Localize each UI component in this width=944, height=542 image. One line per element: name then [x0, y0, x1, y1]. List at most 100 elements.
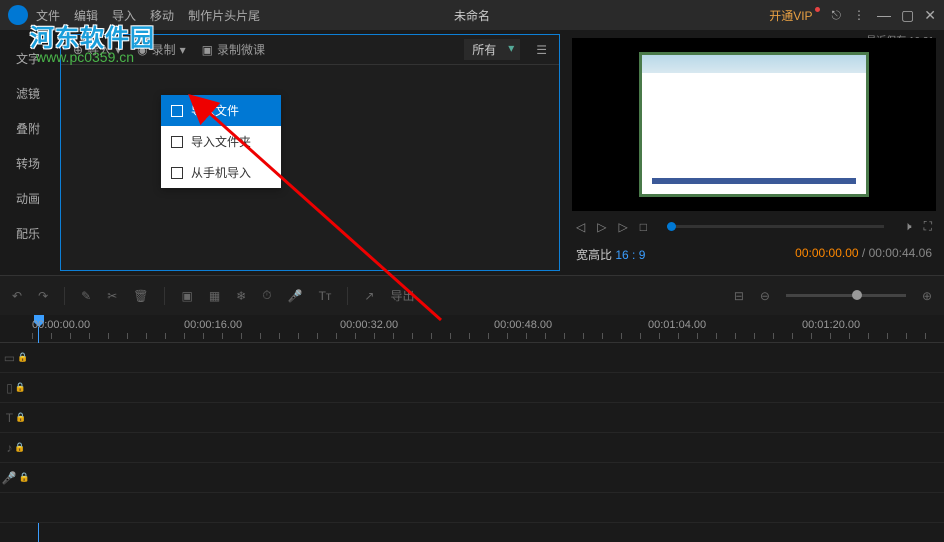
maximize-button[interactable]: ▢ — [901, 7, 914, 24]
minimize-button[interactable]: — — [877, 7, 891, 24]
speed-button[interactable]: ⏱ — [262, 288, 271, 303]
pip-track-icon: ▯ — [6, 381, 13, 395]
menu-edit[interactable]: 编辑 — [74, 7, 98, 24]
total-time: 00:00:44.06 — [869, 246, 932, 260]
lock-icon[interactable]: 🔒 — [15, 412, 26, 423]
ruler-tick: 00:00:48.00 — [494, 319, 552, 331]
fit-button[interactable]: ⊟ — [734, 289, 744, 303]
media-panel: ⊕ 导入 ▾ ◉ 录制 ▾ ▣ 录制微课 所有 ☰ 导入文件 — [60, 34, 560, 271]
aspect-ratio[interactable]: 16 : 9 — [615, 248, 645, 262]
redo-button[interactable]: ↷ — [38, 289, 48, 303]
sidebar-animation[interactable]: 动画 — [16, 190, 40, 207]
sidebar-overlay[interactable]: 叠附 — [16, 120, 40, 137]
zoom-in-button[interactable]: ⊕ — [922, 289, 932, 303]
user-icon[interactable]: ⎋ — [832, 8, 842, 23]
sidebar-text[interactable]: 文字 — [16, 50, 40, 67]
timeline-tracks: ▭🔒 ▯🔒 T🔒 ♪🔒 🎤🔒 — [0, 343, 944, 523]
ruler-tick: 00:01:20.00 — [802, 319, 860, 331]
menu-titles[interactable]: 制作片头片尾 — [188, 7, 260, 24]
prev-frame-button[interactable]: ◁ — [576, 220, 585, 234]
zoom-out-button[interactable]: ⊖ — [760, 289, 770, 303]
menu-bar: 文件 编辑 导入 移动 制作片头片尾 — [36, 7, 260, 24]
transport-controls: ◁ ▷ ▷ □ 🕨 ⛶ — [572, 211, 936, 242]
timeline-ruler[interactable]: 00:00:00.00 00:00:16.00 00:00:32.00 00:00:4… — [0, 315, 944, 343]
track-text[interactable]: T🔒 — [0, 403, 944, 433]
record-lesson-icon: ▣ — [202, 43, 213, 57]
vip-button[interactable]: 开通VIP — [769, 7, 819, 24]
import-context-menu: 导入文件 导入文件夹 从手机导入 — [161, 95, 281, 188]
edit-button[interactable]: ✎ — [81, 289, 91, 303]
record-tool[interactable]: ◉ 录制 ▾ — [137, 41, 186, 58]
crop-button[interactable]: ▣ — [181, 289, 192, 303]
audio-track-icon: ♪ — [6, 441, 12, 455]
media-toolbar: ⊕ 导入 ▾ ◉ 录制 ▾ ▣ 录制微课 所有 ☰ — [61, 35, 559, 65]
chevron-down-icon: ▾ — [115, 43, 121, 57]
import-tool[interactable]: ⊕ 导入 ▾ — [73, 41, 121, 58]
mosaic-button[interactable]: ▦ — [209, 289, 220, 303]
ruler-tick: 00:00:00.00 — [32, 319, 90, 331]
import-icon: ⊕ — [73, 43, 83, 57]
menu-file[interactable]: 文件 — [36, 7, 60, 24]
filter-dropdown[interactable]: 所有 — [464, 39, 520, 60]
volume-icon[interactable]: 🕨 — [904, 219, 912, 234]
next-frame-button[interactable]: ▷ — [618, 220, 627, 234]
ratio-label: 宽高比 — [576, 248, 612, 262]
track-voice[interactable]: 🎤🔒 — [0, 463, 944, 493]
preview-panel: ◁ ▷ ▷ □ 🕨 ⛶ 宽高比 16 : 9 00:00:00.00 / 00:… — [564, 30, 944, 275]
chevron-down-icon: ▾ — [180, 43, 186, 57]
lock-icon[interactable]: 🔒 — [17, 352, 28, 363]
menu-import-phone[interactable]: 从手机导入 — [161, 157, 281, 188]
menu-import[interactable]: 导入 — [112, 7, 136, 24]
preview-info: 宽高比 16 : 9 00:00:00.00 / 00:00:44.06 — [572, 242, 936, 267]
preview-thumbnail — [639, 52, 869, 197]
record-lesson-tool[interactable]: ▣ 录制微课 — [202, 41, 265, 58]
export-icon[interactable]: ↗ — [364, 289, 374, 303]
track-extra[interactable] — [0, 493, 944, 523]
settings-icon[interactable]: ⋮ — [853, 8, 865, 22]
scrubber[interactable] — [667, 225, 884, 228]
ruler-tick: 00:00:32.00 — [340, 319, 398, 331]
app-logo — [8, 5, 28, 25]
record-icon: ◉ — [137, 43, 147, 57]
lock-icon[interactable]: 🔒 — [14, 442, 25, 453]
audio-button[interactable]: 🎤 — [288, 289, 303, 303]
video-track-icon: ▭ — [4, 351, 15, 365]
titlebar: 文件 编辑 导入 移动 制作片头片尾 未命名 开通VIP ⎋ ⋮ — ▢ ✕ — [0, 0, 944, 30]
export-button[interactable]: 导出 — [390, 287, 414, 304]
timeline-toolbar: ↶ ↷ ✎ ✂ 🗑 ▣ ▦ ❄ ⏱ 🎤 Tᴛ ↗ 导出 ⊟ ⊖ ⊕ — [0, 275, 944, 315]
ruler-tick: 00:01:04.00 — [648, 319, 706, 331]
undo-button[interactable]: ↶ — [12, 289, 22, 303]
zoom-slider[interactable] — [786, 294, 906, 297]
phone-icon — [171, 167, 183, 179]
menu-import-folder[interactable]: 导入文件夹 — [161, 126, 281, 157]
current-time: 00:00:00.00 — [795, 246, 858, 260]
track-video[interactable]: ▭🔒 — [0, 343, 944, 373]
folder-icon — [171, 136, 183, 148]
sidebar-filter[interactable]: 滤镜 — [16, 85, 40, 102]
freeze-button[interactable]: ❄ — [236, 289, 246, 303]
fullscreen-icon[interactable]: ⛶ — [924, 219, 932, 234]
delete-button[interactable]: 🗑 — [133, 289, 148, 303]
track-audio[interactable]: ♪🔒 — [0, 433, 944, 463]
file-icon — [171, 105, 183, 117]
time-display: 00:00:00.00 / 00:00:44.06 — [795, 246, 932, 263]
text-track-icon: T — [6, 411, 13, 425]
track-pip[interactable]: ▯🔒 — [0, 373, 944, 403]
lock-icon[interactable]: 🔒 — [19, 472, 30, 483]
cut-button[interactable]: ✂ — [107, 289, 117, 303]
ruler-tick: 00:00:16.00 — [184, 319, 242, 331]
subtitle-button[interactable]: Tᴛ — [319, 289, 332, 303]
preview-screen[interactable] — [572, 38, 936, 211]
voice-track-icon: 🎤 — [2, 471, 17, 485]
sidebar-transition[interactable]: 转场 — [16, 155, 40, 172]
stop-button[interactable]: □ — [640, 220, 647, 234]
sidebar-music[interactable]: 配乐 — [16, 225, 40, 242]
play-button[interactable]: ▷ — [597, 220, 606, 234]
menu-move[interactable]: 移动 — [150, 7, 174, 24]
menu-import-file[interactable]: 导入文件 — [161, 95, 281, 126]
close-button[interactable]: ✕ — [924, 7, 936, 24]
window-title: 未命名 — [454, 7, 490, 24]
sidebar: 文字 滤镜 叠附 转场 动画 配乐 — [0, 30, 56, 275]
lock-icon[interactable]: 🔒 — [15, 382, 26, 393]
list-view-icon[interactable]: ☰ — [536, 43, 547, 57]
